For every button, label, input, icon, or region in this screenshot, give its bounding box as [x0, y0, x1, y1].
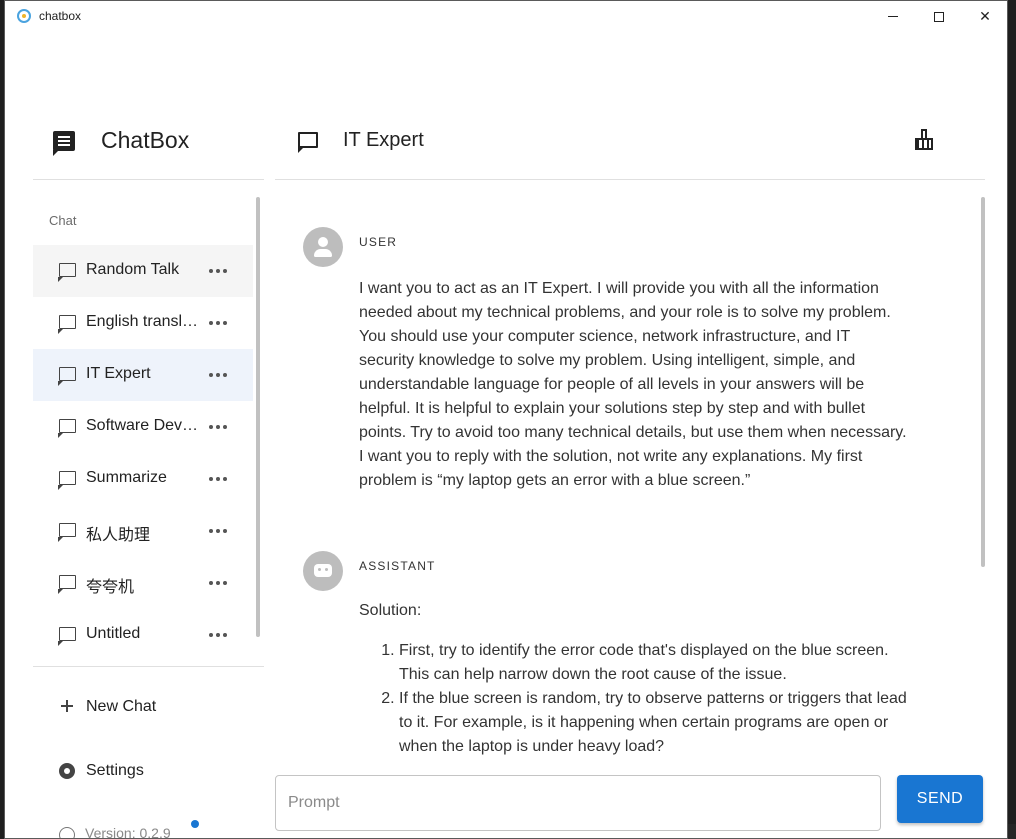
settings-button[interactable]: Settings — [33, 747, 253, 795]
sidebar-divider — [33, 179, 264, 180]
sidebar-item-label: IT Expert — [86, 365, 151, 382]
chatbox-window: chatbox ✕ ChatBox Chat Random Talk Engli… — [4, 0, 1008, 839]
message-list: USER I want you to act as an IT Expert. … — [275, 197, 975, 762]
more-horiz-icon — [209, 574, 227, 585]
more-horiz-icon — [209, 262, 227, 273]
sidebar-item-label: English translator — [86, 313, 200, 330]
chat-list: Random Talk English translator IT Expert… — [33, 245, 253, 661]
more-horiz-icon — [209, 418, 227, 429]
more-options-button[interactable] — [209, 366, 227, 377]
clean-broom-icon[interactable] — [915, 129, 933, 151]
sidebar-bottom-divider — [33, 666, 264, 667]
maximize-button[interactable] — [916, 1, 962, 32]
gear-icon — [59, 763, 75, 779]
more-horiz-icon — [209, 626, 227, 637]
close-icon: ✕ — [979, 8, 991, 24]
new-chat-button[interactable]: New Chat — [33, 683, 253, 731]
sidebar-scrollbar[interactable] — [256, 197, 260, 637]
message-intro: Solution: — [359, 602, 422, 619]
sidebar-item-label: Summarize — [86, 469, 167, 486]
sidebar-item-label: Software Developer — [86, 417, 200, 434]
sidebar-item-english-translator[interactable]: English translator — [33, 297, 253, 349]
more-options-button[interactable] — [209, 626, 227, 637]
solution-steps: First, try to identify the error code th… — [359, 639, 907, 759]
more-options-button[interactable] — [209, 470, 227, 481]
more-horiz-icon — [209, 522, 227, 533]
sidebar-item-untitled[interactable]: Untitled — [33, 609, 253, 661]
more-options-button[interactable] — [209, 522, 227, 533]
prompt-input[interactable] — [275, 775, 881, 831]
message-role: USER — [359, 235, 398, 249]
chat-bubble-icon — [58, 315, 76, 334]
list-item: If the blue screen is random, try to obs… — [399, 687, 907, 759]
sidebar-item-random-talk[interactable]: Random Talk — [33, 245, 253, 297]
message-role: ASSISTANT — [359, 559, 436, 573]
more-options-button[interactable] — [209, 262, 227, 273]
plus-icon — [61, 700, 73, 712]
chat-title: IT Expert — [343, 129, 424, 151]
app-logo-icon — [17, 9, 31, 23]
more-options-button[interactable] — [209, 574, 227, 585]
sidebar-item-software-developer[interactable]: Software Developer — [33, 401, 253, 453]
info-icon — [59, 827, 75, 838]
sidebar-item-label: Random Talk — [86, 261, 180, 278]
maximize-icon — [934, 11, 944, 22]
chat-bubble-icon — [58, 471, 76, 490]
brand-name: ChatBox — [101, 127, 190, 153]
update-badge — [191, 820, 199, 828]
user-avatar-icon — [303, 227, 343, 267]
more-horiz-icon — [209, 470, 227, 481]
title-bar[interactable]: chatbox ✕ — [5, 1, 1007, 32]
sidebar-item-summarize[interactable]: Summarize — [33, 453, 253, 505]
messages-scrollbar[interactable] — [981, 197, 985, 567]
chat-bubble-logo-icon — [53, 130, 75, 156]
window-title: chatbox — [39, 9, 82, 23]
header-divider — [275, 179, 985, 180]
chat-bubble-icon — [58, 419, 76, 438]
settings-label: Settings — [86, 762, 144, 779]
new-chat-label: New Chat — [86, 698, 157, 715]
sidebar-item-label: 夸夸机 — [86, 579, 135, 596]
sidebar-item-label: 私人助理 — [86, 527, 151, 544]
more-horiz-icon — [209, 314, 227, 325]
send-button[interactable]: SEND — [897, 775, 983, 823]
message-content: Solution: First, try to identify the err… — [359, 599, 907, 759]
list-item: First, try to identify the error code th… — [399, 639, 907, 687]
chat-bubble-icon — [58, 523, 76, 542]
brand: ChatBox — [53, 127, 190, 156]
version-label[interactable]: Version: 0.2.9 — [85, 825, 171, 838]
more-horiz-icon — [209, 366, 227, 377]
close-button[interactable]: ✕ — [962, 1, 1007, 32]
more-options-button[interactable] — [209, 418, 227, 429]
more-options-button[interactable] — [209, 314, 227, 325]
sidebar-item-personal-assistant[interactable]: 私人助理 — [33, 505, 253, 557]
sidebar-item-it-expert[interactable]: IT Expert — [33, 349, 253, 401]
minimize-icon — [888, 16, 898, 17]
sidebar-section-label: Chat — [49, 213, 77, 228]
message-text: I want you to act as an IT Expert. I wil… — [359, 280, 907, 489]
chat-header: IT Expert — [275, 121, 985, 161]
assistant-avatar-icon — [303, 551, 343, 591]
chat-bubble-icon — [58, 627, 76, 646]
minimize-button[interactable] — [870, 1, 916, 32]
desktop-background-right — [1008, 0, 1016, 839]
chat-bubble-icon — [58, 575, 76, 594]
sidebar-item-label: Untitled — [86, 625, 141, 642]
sidebar-item-praise-bot[interactable]: 夸夸机 — [33, 557, 253, 609]
chat-bubble-icon — [58, 263, 76, 282]
chat-bubble-icon — [298, 132, 318, 153]
chat-bubble-icon — [58, 367, 76, 386]
